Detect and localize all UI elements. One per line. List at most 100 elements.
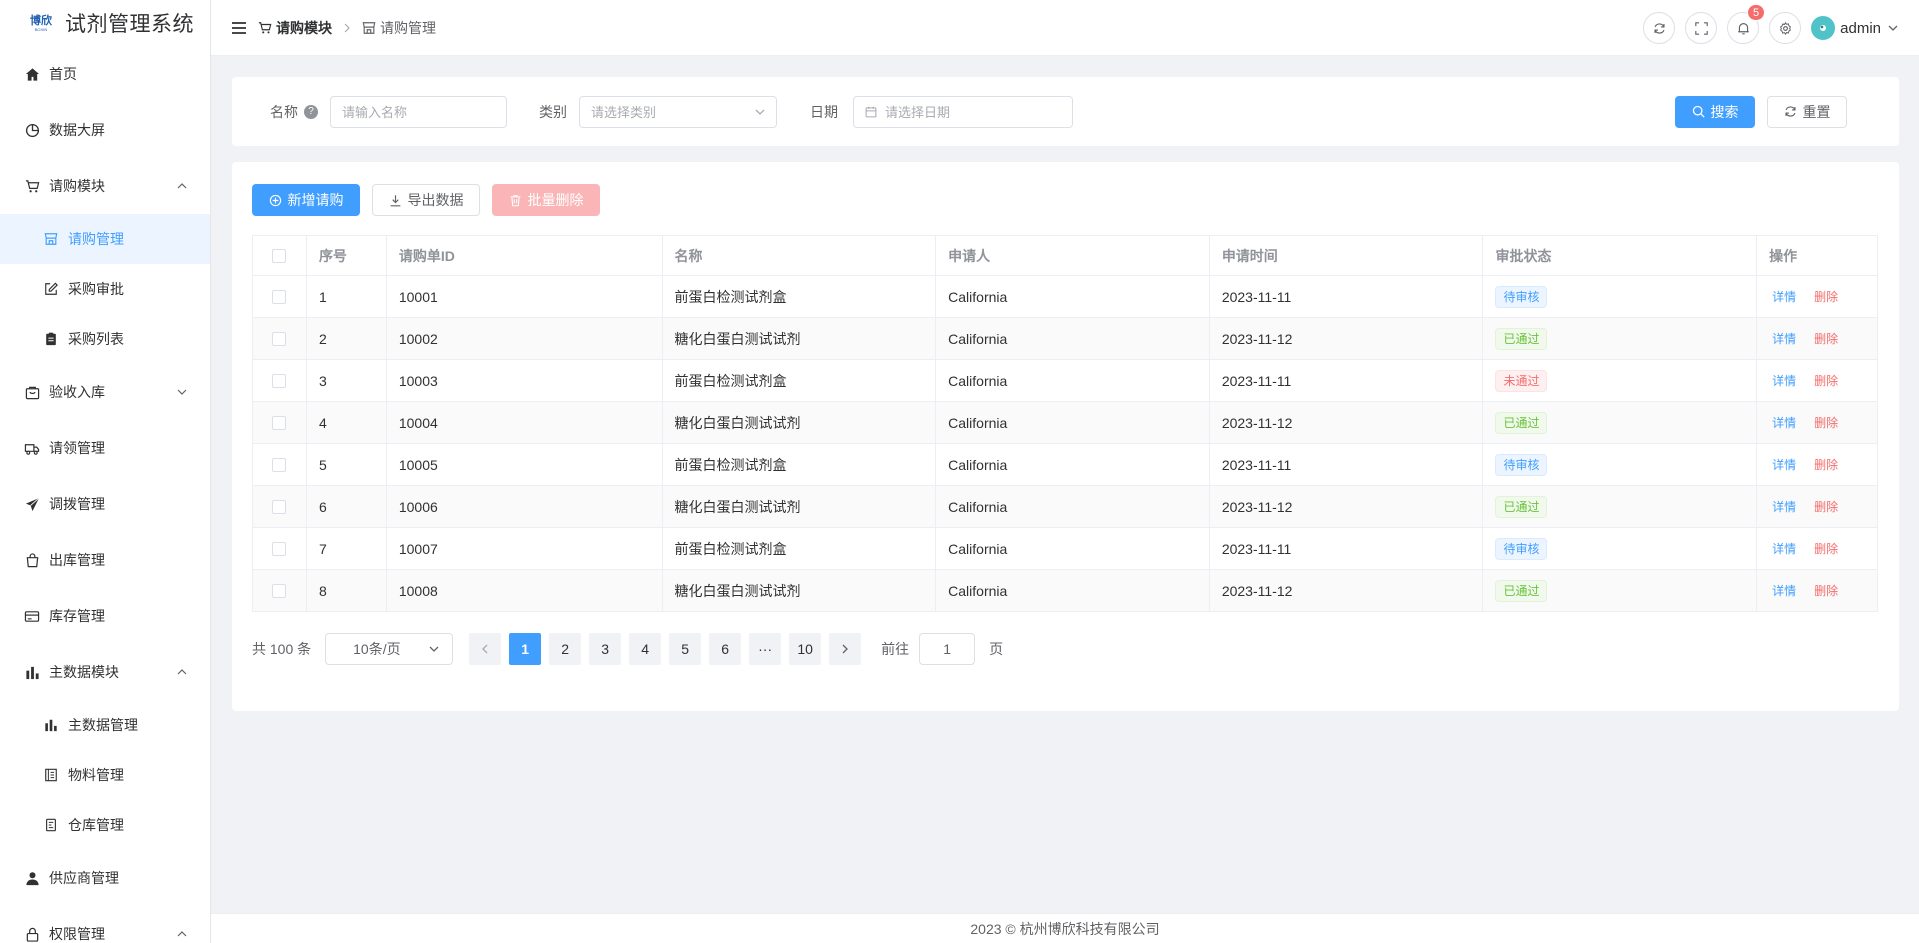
cell-applicant: California <box>936 276 1210 317</box>
status-badge: 已通过 <box>1495 495 1548 518</box>
row-checkbox[interactable] <box>272 373 287 388</box>
sidebar-item-dashboard[interactable]: 数据大屏 <box>0 102 210 158</box>
row-checkbox[interactable] <box>272 415 287 430</box>
delete-link[interactable]: 删除 <box>1814 372 1838 389</box>
sidebar-item-warehouse-management[interactable]: 仓库管理 <box>0 800 210 850</box>
row-select-cell <box>253 486 307 527</box>
delete-link[interactable]: 删除 <box>1814 540 1838 557</box>
sidebar-item-home[interactable]: 首页 <box>0 46 210 102</box>
name-input[interactable]: 请输入名称 <box>330 95 507 128</box>
sidebar-item-label: 主数据管理 <box>68 717 138 733</box>
sidebar-item-label: 调拨管理 <box>49 496 105 512</box>
cell-index: 2 <box>307 318 387 359</box>
add-request-button[interactable]: 新增请购 <box>252 184 360 216</box>
sidebar-item-purchase-management[interactable]: 请购管理 <box>0 214 210 264</box>
sidebar-item-receiving[interactable]: 验收入库 <box>0 364 210 420</box>
logo[interactable]: 博欣 BOXIN 试剂管理系统 <box>0 0 210 46</box>
prev-page-button[interactable] <box>469 633 502 665</box>
row-checkbox[interactable] <box>272 289 287 304</box>
row-checkbox[interactable] <box>272 457 287 472</box>
detail-link[interactable]: 详情 <box>1772 414 1796 431</box>
delete-link[interactable]: 删除 <box>1814 456 1838 473</box>
cell-request-id: 10003 <box>387 360 663 401</box>
detail-link[interactable]: 详情 <box>1772 288 1796 305</box>
table-row: 1 10001 前蛋白检测试剂盒 California 2023-11-11 待审核 详情 删… <box>253 276 1877 318</box>
notification-button[interactable]: 5 <box>1727 4 1766 44</box>
row-checkbox[interactable] <box>272 583 287 598</box>
column-header: 请购单ID <box>387 236 663 275</box>
row-select-cell <box>253 318 307 359</box>
detail-link[interactable]: 详情 <box>1772 372 1796 389</box>
sidebar-item-label: 首页 <box>49 66 77 82</box>
sidebar-item-purchase-module[interactable]: 请购模块 <box>0 158 210 214</box>
delete-link[interactable]: 删除 <box>1814 288 1838 305</box>
row-checkbox[interactable] <box>272 541 287 556</box>
cell-actions: 详情 删除 <box>1757 570 1877 611</box>
sidebar-item-requisition[interactable]: 请领管理 <box>0 420 210 476</box>
sidebar-item-transfer[interactable]: 调拨管理 <box>0 476 210 532</box>
search-button[interactable]: 搜索 <box>1675 95 1755 128</box>
row-checkbox[interactable] <box>272 331 287 346</box>
menu-toggle-icon[interactable] <box>232 21 246 35</box>
page-size-select[interactable]: 10条/页 <box>325 633 454 665</box>
sidebar-item-purchase-approval[interactable]: 采购审批 <box>0 264 210 314</box>
user-menu[interactable]: admin <box>1811 16 1899 40</box>
column-header: 操作 <box>1769 247 1798 264</box>
table-row: 8 10008 糖化白蛋白测试试剂 California 2023-11-12 已通过 详情… <box>253 570 1877 612</box>
page-button[interactable]: 10 <box>789 633 822 665</box>
cell-status: 已通过 <box>1483 570 1758 611</box>
page-button[interactable]: 1 <box>509 633 542 665</box>
sidebar-item-permissions[interactable]: 权限管理 <box>0 906 210 943</box>
column-header: 申请时间 <box>1210 236 1484 275</box>
cell-actions: 详情 删除 <box>1757 444 1877 485</box>
page-button[interactable]: 5 <box>669 633 702 665</box>
cell-date: 2023-11-12 <box>1210 402 1484 443</box>
chevron-up-icon <box>176 928 188 940</box>
delete-link[interactable]: 删除 <box>1814 582 1838 599</box>
sidebar-item-master-data-management[interactable]: 主数据管理 <box>0 700 210 750</box>
row-checkbox[interactable] <box>272 499 287 514</box>
detail-link[interactable]: 详情 <box>1772 540 1796 557</box>
sidebar-item-label: 物料管理 <box>68 767 124 783</box>
next-page-button[interactable] <box>829 633 862 665</box>
refresh-button[interactable] <box>1643 12 1676 44</box>
page-jumper: 前往 1 页 <box>881 633 1003 665</box>
logo-text: 博欣 <box>30 14 52 27</box>
page-button[interactable]: 6 <box>709 633 742 665</box>
delete-link[interactable]: 删除 <box>1814 498 1838 515</box>
sidebar-item-label: 采购审批 <box>68 281 124 297</box>
sidebar-item-material-management[interactable]: 物料管理 <box>0 750 210 800</box>
sidebar-item-purchase-list[interactable]: 采购列表 <box>0 314 210 364</box>
fullscreen-button[interactable] <box>1685 12 1718 44</box>
reset-button[interactable]: 重置 <box>1767 95 1847 128</box>
card-icon <box>24 608 40 624</box>
delete-link[interactable]: 删除 <box>1814 414 1838 431</box>
bag-icon <box>24 552 40 568</box>
detail-link[interactable]: 详情 <box>1772 456 1796 473</box>
breadcrumb-item-module[interactable]: 请购模块 <box>276 18 332 38</box>
batch-delete-button[interactable]: 批量删除 <box>492 184 600 216</box>
settings-button[interactable] <box>1769 12 1802 44</box>
page-button[interactable]: 2 <box>549 633 582 665</box>
sidebar-item-master-data-module[interactable]: 主数据模块 <box>0 644 210 700</box>
page-button[interactable]: 4 <box>629 633 662 665</box>
select-all-checkbox[interactable] <box>272 248 287 263</box>
more-pages-button[interactable]: ··· <box>749 633 782 665</box>
sidebar-item-outbound[interactable]: 出库管理 <box>0 532 210 588</box>
category-select[interactable]: 请选择类别 <box>579 95 777 128</box>
date-picker[interactable]: 请选择日期 <box>853 95 1073 128</box>
detail-link[interactable]: 详情 <box>1772 582 1796 599</box>
page-button[interactable]: 3 <box>589 633 622 665</box>
cell-actions: 详情 删除 <box>1757 318 1877 359</box>
help-icon[interactable]: ? <box>304 104 318 119</box>
table-body: 1 10001 前蛋白检测试剂盒 California 2023-11-11 待审核 详情删… <box>253 276 1877 612</box>
table-card: 新增请购 导出数据 批量删除 序号 请购单ID 名称 申请人 申请时间 审批状态… <box>232 162 1899 711</box>
export-button[interactable]: 导出数据 <box>372 184 480 216</box>
delete-link[interactable]: 删除 <box>1814 330 1838 347</box>
jump-page-input[interactable]: 1 <box>919 633 976 665</box>
detail-link[interactable]: 详情 <box>1772 330 1796 347</box>
detail-link[interactable]: 详情 <box>1772 498 1796 515</box>
sidebar-item-inventory[interactable]: 库存管理 <box>0 588 210 644</box>
sidebar-item-supplier[interactable]: 供应商管理 <box>0 850 210 906</box>
cell-applicant: California <box>936 444 1210 485</box>
